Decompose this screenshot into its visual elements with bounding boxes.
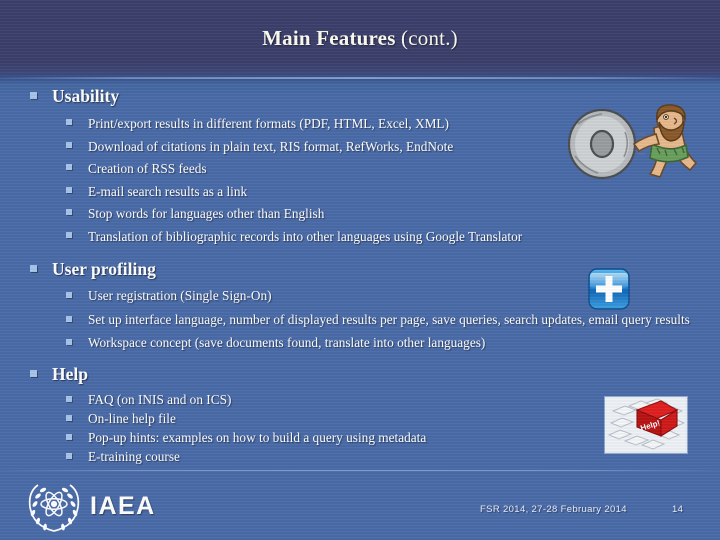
- iaea-atom-wreath-icon: [28, 484, 80, 532]
- section-heading-label: User profiling: [52, 259, 156, 279]
- bullet-square-icon: [66, 186, 72, 193]
- page-title-continuation: (cont.): [401, 26, 458, 50]
- bullet-square-icon: [66, 231, 72, 238]
- bullet-square-icon: [66, 164, 72, 170]
- list-item-label: On-line help file: [88, 410, 176, 426]
- slide-number: 14: [672, 504, 684, 515]
- presentation-slide: Main Features (cont.) Usability Print/ex…: [0, 0, 720, 540]
- iaea-logo: IAEA: [24, 482, 174, 534]
- section-heading-label: Help: [52, 363, 88, 384]
- bullet-square-icon: [66, 209, 72, 215]
- list-item: Translation of bibliographic records int…: [0, 226, 720, 249]
- list-item-label: Creation of RSS feeds: [88, 161, 207, 176]
- bullet-square-icon: [66, 433, 72, 440]
- bullet-square-icon: [66, 452, 72, 459]
- list-item-label: Print/export results in different format…: [88, 116, 449, 131]
- list-item-label: Download of citations in plain text, RIS…: [88, 138, 454, 154]
- bullet-square-icon: [66, 339, 72, 345]
- bullet-square-icon: [66, 292, 72, 298]
- list-item: E-mail search results as a link: [0, 181, 720, 204]
- title-divider: [0, 77, 720, 79]
- help-keyboard-key-image: Help!: [604, 396, 688, 454]
- bullet-square-icon: [66, 315, 72, 322]
- list-item-label: FAQ (on INIS and on ICS): [88, 391, 232, 407]
- list-item-label: Pop-up hints: examples on how to build a…: [88, 429, 427, 445]
- slide-title-bar: Main Features (cont.): [0, 0, 720, 82]
- list-item-label: E-mail search results as a link: [88, 183, 248, 199]
- list-item: Stop words for languages other than Engl…: [0, 203, 720, 226]
- bullet-square-icon: [66, 395, 72, 402]
- list-item-label: Stop words for languages other than Engl…: [88, 206, 325, 221]
- page-title: Main Features (cont.): [0, 24, 720, 52]
- list-item: Workspace concept (save documents found,…: [0, 333, 720, 353]
- bullet-square-icon: [30, 265, 37, 272]
- bullet-square-icon: [66, 119, 72, 125]
- footer-divider: [0, 470, 720, 471]
- list-item-label: Set up interface language, number of dis…: [88, 311, 690, 327]
- section-heading-help: Help: [0, 362, 720, 386]
- page-title-main: Main Features: [262, 26, 396, 50]
- caveman-stone-wheel-image: [562, 104, 712, 180]
- footer-event-note: FSR 2014, 27-28 February 2014: [480, 504, 627, 515]
- list-item-label: E-training course: [88, 448, 180, 464]
- blue-plus-button-image: [588, 268, 630, 310]
- list-item-label: User registration (Single Sign-On): [88, 288, 272, 303]
- bullet-square-icon: [30, 369, 37, 377]
- list-item-label: Translation of bibliographic records int…: [88, 228, 523, 244]
- list-item-label: Workspace concept (save documents found,…: [88, 335, 486, 350]
- bullet-square-icon: [30, 92, 37, 99]
- iaea-wordmark: IAEA: [90, 492, 156, 520]
- bullet-square-icon: [66, 141, 72, 148]
- bullet-square-icon: [66, 414, 72, 421]
- section-heading-label: Usability: [52, 86, 120, 106]
- list-item: Set up interface language, number of dis…: [0, 310, 720, 330]
